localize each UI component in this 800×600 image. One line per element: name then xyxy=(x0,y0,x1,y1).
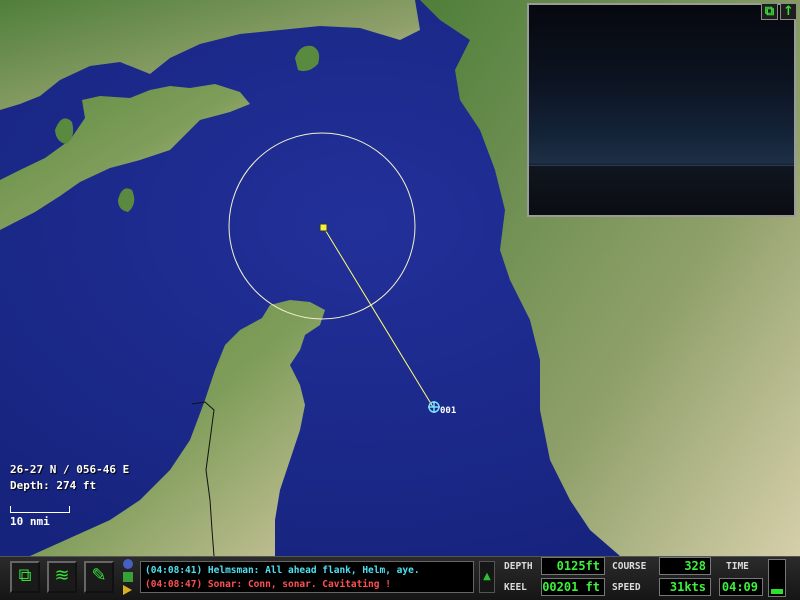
sonar-wave-icon[interactable]: ≋ xyxy=(47,561,77,593)
map-scale: 10 nmi xyxy=(10,506,70,528)
message-log: (04:08:41) Helmsman: All ahead flank, He… xyxy=(140,561,474,593)
coordinates-text: 26-27 N / 056-46 E xyxy=(10,463,130,476)
depth-text: Depth: 274 ft xyxy=(10,479,97,492)
game-screen: 001 26-27 N / 056-46 E Depth: 274 ft 10 … xyxy=(0,0,800,600)
course-value[interactable]: 328 xyxy=(659,557,711,575)
log-message: (04:08:41) Helmsman: All ahead flank, He… xyxy=(145,565,420,576)
play-icon[interactable] xyxy=(123,585,132,595)
keel-label: KEEL xyxy=(504,582,527,593)
speed-label: SPEED xyxy=(612,582,641,593)
map-window-icon[interactable]: ⧉ xyxy=(10,561,40,593)
status-light-green[interactable] xyxy=(123,572,133,582)
view-toggle-icon[interactable]: ⧉ xyxy=(761,3,778,20)
scale-bar xyxy=(10,506,70,513)
speed-value[interactable]: 31kts xyxy=(659,578,711,596)
scale-label: 10 nmi xyxy=(10,515,50,528)
wrench-icon[interactable]: ✎ xyxy=(84,561,114,593)
status-light-blue[interactable] xyxy=(123,559,133,569)
horizon-line xyxy=(529,165,794,166)
time-value: 04:09 xyxy=(719,578,763,596)
arrow-up-icon[interactable]: ↑ xyxy=(780,3,797,20)
throttle-gauge[interactable] xyxy=(768,559,786,597)
depth-value[interactable]: 0125ft xyxy=(541,557,605,575)
throttle-fill xyxy=(771,589,783,594)
log-scroll-up-icon[interactable]: ▲ xyxy=(479,561,495,593)
log-message: (04:08:47) Sonar: Conn, sonar. Cavitatin… xyxy=(145,579,391,590)
periscope-view[interactable] xyxy=(527,3,796,217)
own-ship-marker[interactable] xyxy=(319,223,328,232)
contact-id-label: 001 xyxy=(440,406,457,416)
position-readout: 26-27 N / 056-46 E Depth: 274 ft xyxy=(10,462,129,494)
keel-value: 00201 ft xyxy=(541,578,605,596)
depth-label: DEPTH xyxy=(504,561,533,572)
control-panel: ⧉ ≋ ✎ (04:08:41) Helmsman: All ahead fla… xyxy=(0,556,800,600)
course-label: COURSE xyxy=(612,561,647,572)
time-label: TIME xyxy=(726,561,749,572)
